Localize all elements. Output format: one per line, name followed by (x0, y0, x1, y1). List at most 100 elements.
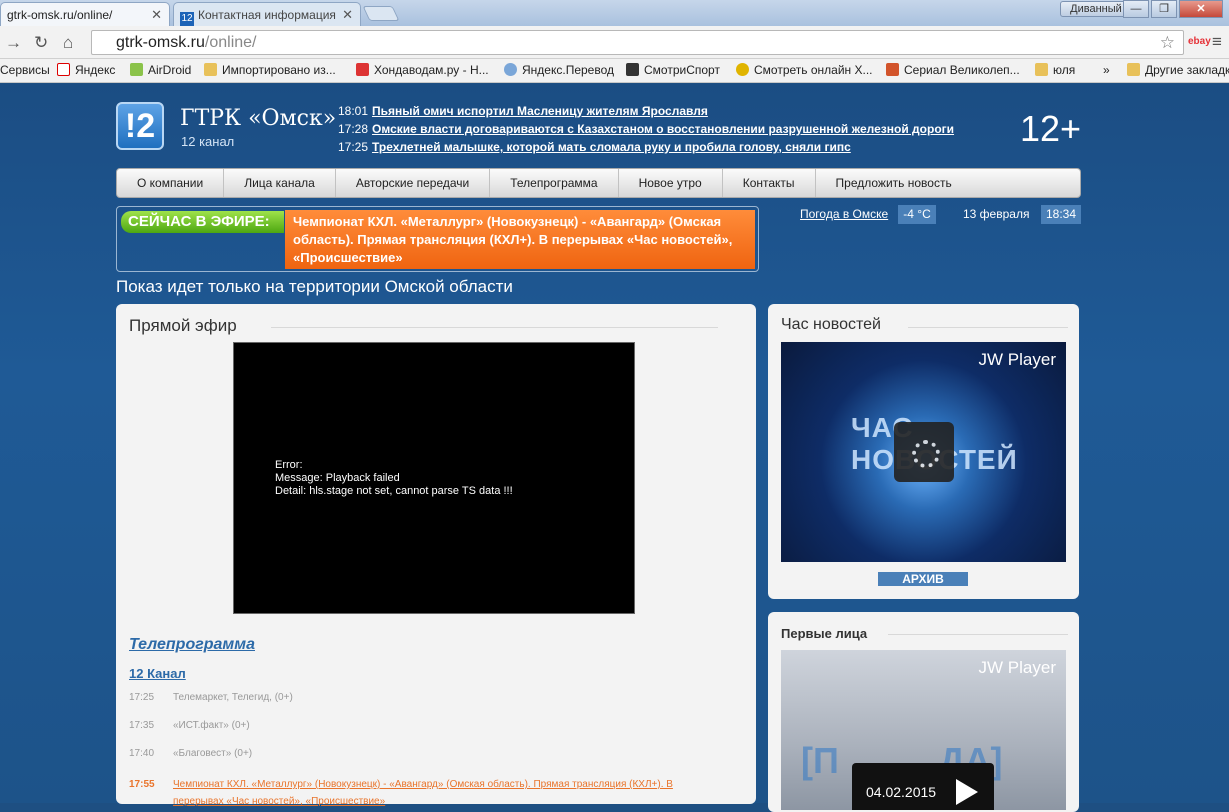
bookmark-folder[interactable]: юля (1035, 63, 1075, 77)
bookmark-item[interactable]: Хондаводам.ру - Н... (356, 63, 489, 77)
error-line: Detail: hls.stage not set, cannot parse … (275, 485, 513, 497)
bookmark-folder[interactable]: Другие закладки (1127, 63, 1229, 77)
site-favicon-icon: 12 (180, 12, 194, 26)
translate-icon (504, 63, 517, 76)
news-video-player[interactable]: JW Player ЧАС НОВОСТЕЙ (781, 342, 1066, 562)
close-tab-icon[interactable]: ✕ (342, 7, 353, 23)
airdroid-icon (130, 63, 143, 76)
bookmark-folder[interactable]: Импортировано из... (204, 63, 336, 77)
browser-toolbar: → ↻ ⌂ gtrk-omsk.ru/online/ ☆ ebay ≡ (0, 26, 1229, 59)
bookmarks-overflow-chevron[interactable]: » (1103, 63, 1110, 77)
news-hour-card: Час новостей JW Player ЧАС НОВОСТЕЙ АРХИ… (768, 304, 1079, 599)
play-icon[interactable] (956, 779, 978, 805)
new-tab-button[interactable] (362, 6, 400, 21)
ticker-time: 17:25 (338, 140, 369, 154)
nav-item-author-shows[interactable]: Авторские передачи (336, 169, 491, 197)
ticker-link[interactable]: Пьяный омич испортил Масленицу жителям Я… (372, 104, 708, 118)
bookmark-item[interactable]: Яндекс (57, 63, 115, 77)
faces-video-player[interactable]: JW Player [П ДА] 04.02.2015 (781, 650, 1066, 810)
video-title-graphic: ЧАС НОВОСТЕЙ (851, 412, 1017, 475)
close-window-icon[interactable]: ✕ (1179, 0, 1223, 18)
age-rating: 12+ (1020, 108, 1082, 149)
tab-gtrk-online[interactable]: gtrk-omsk.ru/online/ ✕ (0, 2, 170, 26)
brand-title[interactable]: ГТРК «Омск» (180, 106, 336, 131)
error-line: Message: Playback failed (275, 472, 400, 484)
ticker-item: 17:28 Омские власти договариваются с Каза… (338, 120, 954, 138)
bookmark-item[interactable]: СмотриСпорт (626, 63, 720, 77)
window-controls: — ❐ ✕ (1123, 0, 1223, 18)
ticker-link[interactable]: Омские власти договариваются с Казахстан… (372, 122, 954, 136)
minimize-icon[interactable]: — (1123, 0, 1149, 18)
bc-icon (886, 63, 899, 76)
bookmark-item[interactable]: Яндекс.Перевод (504, 63, 614, 77)
channel-link[interactable]: 12 Канал (129, 666, 186, 681)
player-brand: JW Player (978, 658, 1056, 677)
nav-item-contacts[interactable]: Контакты (723, 169, 816, 197)
tab-contact-info[interactable]: 12 Контактная информация ✕ (173, 2, 361, 26)
bookmark-item[interactable]: Сериал Великолеп... (886, 63, 1020, 77)
divider (888, 634, 1068, 635)
hondavodam-icon (356, 63, 369, 76)
channel-logo[interactable]: !2 (116, 102, 164, 150)
schedule-time: 17:35 (129, 720, 155, 731)
schedule-title: «ИСТ.факт» (0+) (173, 720, 250, 731)
on-air-label: СЕЙЧАС В ЭФИРЕ: (121, 211, 284, 233)
address-bar[interactable]: gtrk-omsk.ru/online/ ☆ (91, 30, 1184, 55)
profile-badge[interactable]: Диванный (1060, 1, 1132, 17)
tab-strip: gtrk-omsk.ru/online/ ✕ 12 Контактная инфо… (0, 0, 1229, 26)
schedule-item: 17:40 «Благовест» (0+) (129, 748, 252, 759)
schedule-item-current: 17:55 Чемпионат КХЛ. «Металлург» (Новокуз… (129, 776, 729, 810)
schedule-time: 17:25 (129, 692, 155, 703)
nav-item-new-morning[interactable]: Новое утро (619, 169, 723, 197)
brand-subtitle: 12 канал (181, 134, 235, 149)
bookmark-item[interactable]: Смотреть онлайн Х... (736, 63, 873, 77)
first-faces-title: Первые лица (781, 626, 868, 641)
nav-item-about[interactable]: О компании (117, 169, 225, 197)
bookmark-item[interactable]: Сервисы (0, 63, 50, 77)
bookmark-item[interactable]: AirDroid (130, 63, 191, 77)
nav-item-faces[interactable]: Лица канала (224, 169, 336, 197)
divider (908, 327, 1068, 328)
archive-button[interactable]: АРХИВ (878, 572, 968, 586)
live-card: Прямой эфир Error: Message: Playback fai… (116, 304, 756, 807)
error-line: Error: (275, 459, 303, 471)
reload-icon[interactable]: ↻ (34, 33, 48, 53)
on-air-banner: СЕЙЧАС В ЭФИРЕ: Чемпионат КХЛ. «Металлур… (116, 206, 759, 272)
nav-item-suggest-news[interactable]: Предложить новость (816, 169, 972, 197)
live-title: Прямой эфир (129, 316, 237, 335)
home-icon[interactable]: ⌂ (63, 33, 73, 53)
current-date: 13 февраля (963, 207, 1030, 221)
play-circle-icon (736, 63, 749, 76)
temperature-badge: -4 °C (898, 205, 936, 224)
close-tab-icon[interactable]: ✕ (151, 7, 162, 23)
on-air-program[interactable]: Чемпионат КХЛ. «Металлург» (Новокузнецк)… (285, 210, 755, 269)
ticker-item: 18:01 Пьяный омич испортил Масленицу жите… (338, 102, 954, 120)
schedule-title[interactable]: Чемпионат КХЛ. «Металлург» (Новокузнецк)… (173, 776, 713, 810)
back-arrow-icon[interactable]: → (5, 33, 22, 53)
folder-icon (204, 63, 217, 76)
schedule-item: 17:25 Телемаркет, Телегид, (0+) (129, 692, 293, 703)
region-notice: Показ идет только на территории Омской о… (116, 277, 513, 296)
schedule-item: 17:35 «ИСТ.факт» (0+) (129, 720, 250, 731)
maximize-icon[interactable]: ❐ (1151, 0, 1177, 18)
nav-item-tv-schedule[interactable]: Телепрограмма (490, 169, 619, 197)
current-time-badge: 18:34 (1041, 205, 1081, 224)
ticker-time: 17:28 (338, 122, 369, 136)
main-nav: О компании Лица канала Авторские передач… (116, 168, 1081, 198)
url-host: gtrk-omsk.ru (116, 34, 205, 51)
player-brand: JW Player (978, 350, 1056, 369)
bookmark-star-icon[interactable]: ☆ (1160, 33, 1175, 53)
ticker-time: 18:01 (338, 104, 369, 118)
bookmarks-bar: Сервисы Яндекс AirDroid Импортировано из… (0, 59, 1229, 83)
tab-title: gtrk-omsk.ru/online/ (7, 8, 113, 22)
tab-title: Контактная информация (198, 8, 336, 22)
ebay-extension-icon[interactable]: ebay (1188, 36, 1211, 47)
weather-link[interactable]: Погода в Омске (800, 207, 888, 221)
news-hour-title: Час новостей (781, 316, 881, 333)
menu-icon[interactable]: ≡ (1212, 32, 1222, 52)
tv-schedule-link[interactable]: Телепрограмма (129, 636, 255, 654)
schedule-title: «Благовест» (0+) (173, 748, 253, 759)
page-content: !2 ГТРК «Омск» 12 канал 18:01 Пьяный омич… (0, 84, 1229, 812)
live-video-player[interactable]: Error: Message: Playback failed Detail: … (233, 342, 635, 614)
ticker-link[interactable]: Трехлетней малышке, которой мать сломала… (372, 140, 851, 154)
